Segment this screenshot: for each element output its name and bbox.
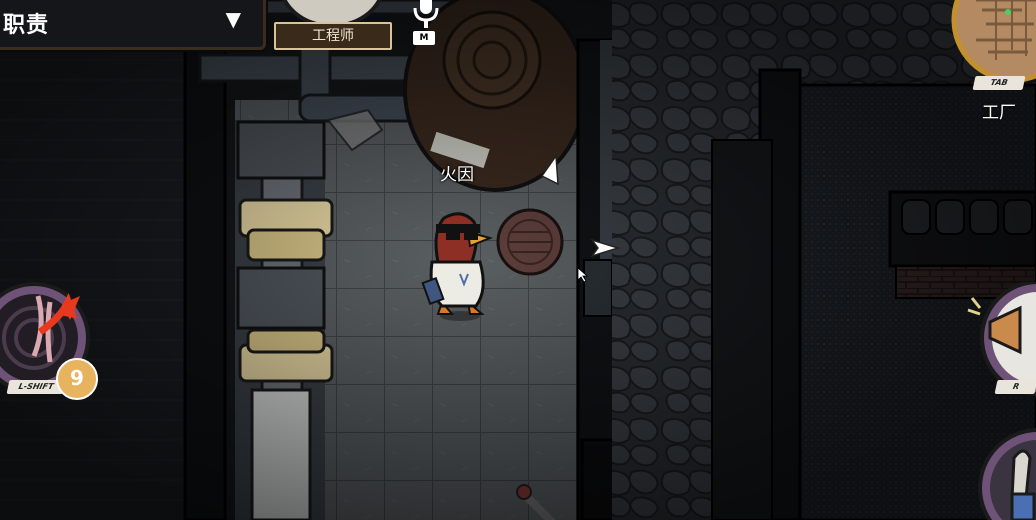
player-name: 火因 (440, 165, 474, 185)
triangle-down-icon[interactable]: ▼ (226, 7, 241, 31)
task-panel-title: 职责 (3, 13, 50, 38)
role-label: 工程师 (274, 22, 392, 50)
role-portrait-icon (282, 0, 382, 28)
mic-key: M (413, 31, 435, 45)
location-label: 工厂 (982, 103, 1016, 123)
role-portrait (278, 0, 386, 28)
task-panel[interactable]: 职责 ▼ (0, 0, 266, 50)
use-hand-icon[interactable] (966, 428, 1036, 520)
minimap[interactable]: TAB (926, 0, 1036, 96)
minimap-key: TAB (972, 76, 1026, 90)
report-key: R (994, 380, 1036, 394)
game-scene: 职责 ▼ 工程师 M 火因 TAB 工厂 L-SHIFT 9 R (0, 0, 1036, 520)
vent-cooldown-badge: 9 (56, 358, 98, 400)
voice-chat-control[interactable]: M (411, 0, 441, 52)
game-world (0, 0, 1036, 520)
microphone-icon[interactable] (411, 0, 441, 32)
report-ability-button[interactable]: R (966, 280, 1036, 398)
use-ability-button[interactable] (966, 428, 1036, 520)
